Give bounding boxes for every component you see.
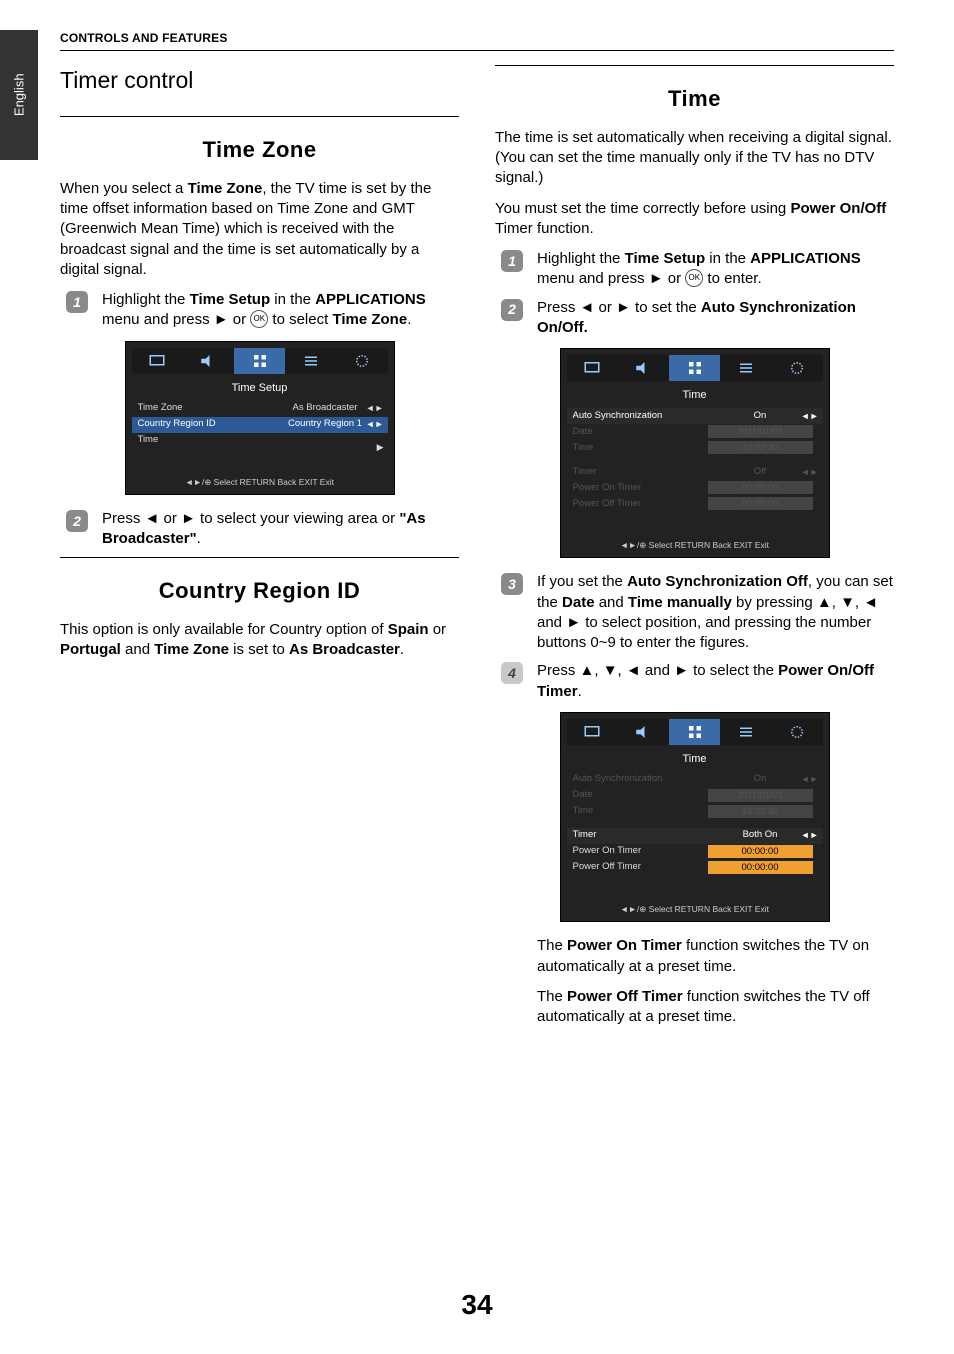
menu-row: Power On Timer00:00:00 bbox=[567, 480, 823, 496]
power-on-timer-note: The Power On Timer function switches the… bbox=[537, 936, 894, 977]
tab-picture-icon bbox=[567, 355, 618, 381]
ss1-heading: Time Setup bbox=[132, 378, 388, 401]
ss-tab-bar bbox=[132, 348, 388, 374]
tab-sound-icon bbox=[618, 355, 669, 381]
tab-setup-icon bbox=[771, 719, 822, 745]
ss3-heading: Time bbox=[567, 749, 823, 772]
tab-applications-icon bbox=[669, 355, 720, 381]
menu-row: Time19:22:30 bbox=[567, 804, 823, 820]
tab-preferences-icon bbox=[720, 719, 771, 745]
tz-step-2: 2 Press ◄ or ► to select your viewing ar… bbox=[66, 509, 459, 550]
menu-row: Date2011/01/01 bbox=[567, 424, 823, 440]
country-region-description: This option is only available for Countr… bbox=[60, 620, 459, 661]
language-tab: English bbox=[0, 30, 38, 160]
left-column: Timer control Time Zone When you select … bbox=[60, 65, 459, 1037]
ss2-footer: ◄►/⊕ Select RETURN Back EXIT Exit bbox=[567, 512, 823, 553]
menu-row: Power Off Timer00:00:00 bbox=[567, 860, 823, 876]
time-screenshot-1: Time Auto SynchronizationOn◄►Date2011/01… bbox=[560, 348, 830, 558]
time-title: Time bbox=[495, 84, 894, 114]
time-para-2: You must set the time correctly before u… bbox=[495, 199, 894, 240]
tab-sound-icon bbox=[618, 719, 669, 745]
menu-row: TimerOff◄► bbox=[567, 464, 823, 480]
menu-row: Auto SynchronizationOn◄► bbox=[567, 772, 823, 788]
tab-preferences-icon bbox=[720, 355, 771, 381]
time-zone-title: Time Zone bbox=[60, 135, 459, 165]
time-step-4: 4 Press ▲, ▼, ◄ and ► to select the Powe… bbox=[501, 661, 894, 702]
page-header: CONTROLS AND FEATURES bbox=[60, 30, 894, 51]
page-number: 34 bbox=[0, 1286, 954, 1324]
menu-row: Time ZoneAs Broadcaster◄► bbox=[132, 401, 388, 417]
time-step-1-text: Highlight the Time Setup in the APPLICAT… bbox=[537, 249, 894, 290]
country-region-title: Country Region ID bbox=[60, 576, 459, 606]
timer-control-heading: Timer control bbox=[60, 65, 459, 96]
tab-sound-icon bbox=[183, 348, 234, 374]
ss1-rows: Time ZoneAs Broadcaster◄►Country Region … bbox=[132, 401, 388, 449]
tz-step-1: 1 Highlight the Time Setup in the APPLIC… bbox=[66, 290, 459, 331]
menu-row: Country Region IDCountry Region 1◄► bbox=[132, 417, 388, 433]
time-step-1: 1 Highlight the Time Setup in the APPLIC… bbox=[501, 249, 894, 290]
menu-row: Power On Timer00:00:00 bbox=[567, 844, 823, 860]
ss1-footer: ◄►/⊕ Select RETURN Back EXIT Exit bbox=[132, 449, 388, 490]
tab-setup-icon bbox=[771, 355, 822, 381]
time-step-4-text: Press ▲, ▼, ◄ and ► to select the Power … bbox=[537, 661, 894, 702]
tab-picture-icon bbox=[132, 348, 183, 374]
menu-row: Time19:22:30 bbox=[567, 440, 823, 456]
menu-row: Power Off Timer00:00:00 bbox=[567, 496, 823, 512]
tab-preferences-icon bbox=[285, 348, 336, 374]
tab-applications-icon bbox=[234, 348, 285, 374]
step-bullet-3: 3 bbox=[501, 573, 523, 595]
menu-row: TimerBoth On◄► bbox=[567, 828, 823, 844]
menu-row: Auto SynchronizationOn◄► bbox=[567, 408, 823, 424]
time-step-2-text: Press ◄ or ► to set the Auto Synchroniza… bbox=[537, 298, 894, 339]
ss3-footer: ◄►/⊕ Select RETURN Back EXIT Exit bbox=[567, 876, 823, 917]
ss2-heading: Time bbox=[567, 385, 823, 408]
right-column: Time The time is set automatically when … bbox=[495, 65, 894, 1037]
power-off-timer-note: The Power Off Timer function switches th… bbox=[537, 987, 894, 1028]
tz-step-1-text: Highlight the Time Setup in the APPLICAT… bbox=[102, 290, 459, 331]
time-step-3-text: If you set the Auto Synchronization Off,… bbox=[537, 572, 894, 653]
time-step-3: 3 If you set the Auto Synchronization Of… bbox=[501, 572, 894, 653]
tab-picture-icon bbox=[567, 719, 618, 745]
step-bullet-1: 1 bbox=[66, 291, 88, 313]
time-step-2: 2 Press ◄ or ► to set the Auto Synchroni… bbox=[501, 298, 894, 339]
time-zone-description: When you select a Time Zone, the TV time… bbox=[60, 179, 459, 280]
menu-row: Time▶ bbox=[132, 433, 388, 449]
tab-setup-icon bbox=[336, 348, 387, 374]
step-bullet-4: 4 bbox=[501, 662, 523, 684]
step-bullet-1b: 1 bbox=[501, 250, 523, 272]
tz-step-2-text: Press ◄ or ► to select your viewing area… bbox=[102, 509, 459, 550]
menu-row: Date2011/01/01 bbox=[567, 788, 823, 804]
step-bullet-2: 2 bbox=[66, 510, 88, 532]
step-bullet-2b: 2 bbox=[501, 299, 523, 321]
time-para-1: The time is set automatically when recei… bbox=[495, 128, 894, 189]
time-screenshot-2: Time Auto SynchronizationOn◄►Date2011/01… bbox=[560, 712, 830, 922]
time-setup-screenshot: Time Setup Time ZoneAs Broadcaster◄►Coun… bbox=[125, 341, 395, 495]
tab-applications-icon bbox=[669, 719, 720, 745]
